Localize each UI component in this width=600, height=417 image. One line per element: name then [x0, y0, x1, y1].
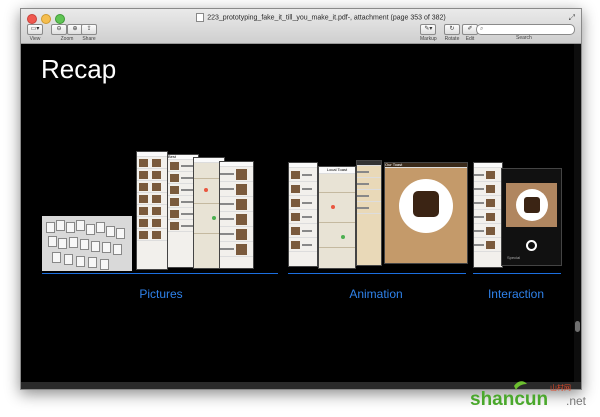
toast-icon	[413, 191, 439, 217]
window-controls	[27, 14, 65, 24]
zoom-out-icon[interactable]: ⊖	[51, 24, 67, 35]
mockup-interaction-camera: Special	[501, 168, 562, 266]
category-pictures: Pictures	[139, 287, 183, 301]
watermark-suffix: .net	[566, 394, 587, 408]
category-interaction: Interaction	[487, 287, 545, 301]
zoom-window-button[interactable]	[55, 14, 65, 24]
scrollbar-thumb[interactable]	[575, 321, 580, 332]
rotate-label: Rotate	[444, 36, 460, 42]
titlebar: 223_prototyping_fake_it_till_you_make_it…	[21, 9, 581, 44]
preview-window: 223_prototyping_fake_it_till_you_make_it…	[20, 8, 582, 390]
share-icon[interactable]: ⇪	[81, 24, 97, 35]
share-group: ⇪ Share	[81, 24, 97, 42]
interaction-divider	[473, 273, 561, 274]
view-button[interactable]: ▭▾	[27, 24, 43, 35]
rotate-icon[interactable]: ↻	[444, 24, 460, 35]
mockup-animation-map: Local Toast	[318, 166, 356, 269]
zoom-label: Zoom	[60, 36, 74, 42]
mockup-interaction-list	[473, 162, 503, 268]
watermark-text: shancun	[470, 389, 548, 408]
shutter-button-icon	[526, 240, 537, 251]
mockup-photo-title: Our Toast	[385, 163, 467, 168]
search-input[interactable]: ⌕	[476, 24, 575, 35]
category-animation: Animation	[349, 287, 403, 301]
mockup-animation-detail: Our Toast	[384, 162, 468, 264]
camera-caption: Special	[507, 255, 521, 260]
view-group: ▭▾ View	[27, 24, 43, 42]
rotate-group: ↻ Rotate	[444, 24, 460, 42]
watermark-logo: shancun 山村网 .net	[470, 378, 595, 410]
share-label: Share	[82, 36, 96, 42]
mockup-list-screen-3	[219, 161, 254, 269]
mockup-map-title: Local Toast	[319, 167, 355, 174]
watermark-cjk: 山村网	[550, 383, 571, 392]
mockup-animation-list	[288, 162, 318, 267]
search-icon: ⌕	[480, 26, 484, 32]
fullscreen-icon[interactable]: ⤢	[569, 13, 575, 23]
pdf-document-icon	[196, 13, 205, 22]
watermark-leaf-icon: shancun 山村网 .net	[470, 381, 587, 410]
window-title: 223_prototyping_fake_it_till_you_make_it…	[207, 14, 446, 22]
close-window-button[interactable]	[27, 14, 37, 24]
paper-sketch-photo	[42, 216, 132, 271]
toast-icon-camera	[524, 197, 540, 213]
mockup-animation-transition	[356, 160, 382, 266]
slide-canvas: Recap Best Local Toast Our Toast Special…	[21, 44, 574, 382]
search-label: Search	[516, 35, 532, 41]
markup-pen-icon[interactable]: ✎▾	[420, 24, 437, 35]
markup-group: ✎▾ Markup	[420, 24, 437, 42]
zoom-group: ⊖ ⊕ Zoom	[51, 24, 83, 42]
minimize-window-button[interactable]	[41, 14, 51, 24]
slide-title: Recap	[41, 54, 117, 84]
window-title-container: 223_prototyping_fake_it_till_you_make_it…	[171, 13, 471, 22]
animation-divider	[288, 273, 466, 274]
edit-label: Edit	[465, 36, 475, 42]
markup-label: Markup	[420, 36, 437, 42]
mockup-list-screen	[136, 151, 168, 270]
pictures-divider	[42, 273, 278, 274]
view-label: View	[29, 36, 41, 42]
